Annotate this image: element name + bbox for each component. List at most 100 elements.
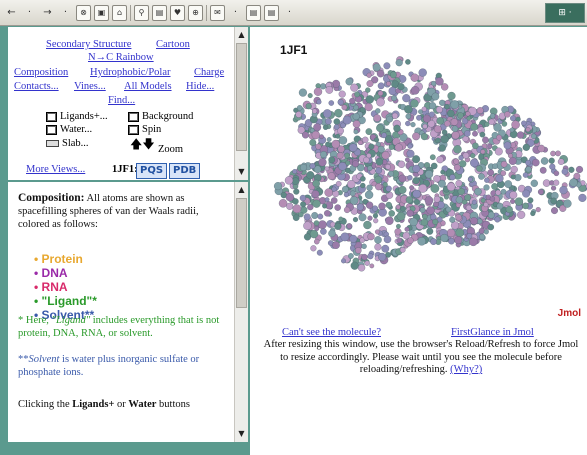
media-icon[interactable]: ♥ [170,4,185,21]
cartoon-link[interactable]: Cartoon [156,39,190,50]
ligands-toggle[interactable]: Ligands+... [46,111,108,122]
atom-sphere [343,192,349,198]
history-icon[interactable]: ⊕ [188,4,203,21]
atom-sphere [365,87,371,93]
favorites-icon[interactable]: ▤ [152,4,167,21]
mail-icon[interactable]: ✉ [210,4,225,21]
back-icon[interactable]: ← [4,5,19,21]
atom-sphere [480,197,486,203]
atom-sphere [335,133,341,139]
home-icon[interactable]: ⌂ [112,4,127,21]
atom-sphere [509,191,518,199]
atom-sphere [487,223,495,231]
browser-toolbar: ← · → · ⊗ ▣ ⌂ ⚲ ▤ ♥ ⊕ ✉ · ▤ ▤ · ⊞ · [0,0,587,26]
slab-toggle[interactable]: Slab... [46,138,89,149]
vines-link[interactable]: Vines... [74,81,106,92]
atom-sphere [435,106,443,114]
atom-sphere [472,130,478,137]
scroll-thumb[interactable] [236,198,247,308]
atom-sphere [338,216,344,222]
atom-sphere [407,143,413,149]
molecule-rendering[interactable] [250,27,587,327]
search-icon[interactable]: ⚲ [134,4,149,21]
find-link[interactable]: Find... [108,95,135,106]
pdb-button[interactable]: PDB [169,163,201,179]
refresh-icon[interactable]: ▣ [94,4,109,21]
scroll-down-icon[interactable]: ▼ [236,166,247,178]
atom-sphere [448,237,455,245]
spin-toggle[interactable]: Spin [128,124,161,135]
scroll-up-icon[interactable]: ▲ [236,29,247,41]
scroll-down-icon[interactable]: ▼ [236,428,247,440]
atom-sphere [501,121,508,127]
secondary-structure-link[interactable]: Secondary Structure [46,39,131,50]
forward-dropdown-icon[interactable]: · [58,5,73,21]
atom-sphere [412,177,420,185]
atom-sphere [455,196,463,204]
atom-sphere [426,206,435,215]
why-link[interactable]: (Why?) [450,364,482,375]
back-dropdown-icon[interactable]: · [22,5,37,21]
firstglance-link[interactable]: FirstGlance in Jmol [451,327,534,338]
atom-sphere [360,176,366,182]
hide-link[interactable]: Hide... [186,81,214,92]
cant-see-molecule-link[interactable]: Can't see the molecule? [282,327,381,338]
atom-sphere [453,164,461,171]
atom-sphere [578,193,587,202]
scroll-thumb[interactable] [236,43,247,151]
atom-sphere [441,129,448,136]
atom-sphere [559,185,568,195]
jmol-logo[interactable]: Jmol [558,308,581,319]
atom-sphere [555,150,561,157]
atom-sphere [474,187,482,196]
atom-sphere [303,233,312,241]
mail-dropdown-icon[interactable]: · [228,5,243,21]
zoom-arrows-icon[interactable]: 🡅🡇 [130,135,155,156]
atom-sphere [500,160,508,168]
toolbar-separator [206,4,207,21]
edit-icon[interactable]: ▤ [264,4,279,21]
background-toggle[interactable]: Background [128,111,193,122]
stop-icon[interactable]: ⊗ [76,4,91,21]
checkbox-icon [46,124,57,135]
charge-link[interactable]: Charge [194,67,224,78]
atom-sphere [410,99,419,108]
atom-sphere [338,136,348,145]
zoom-label: Zoom [158,144,184,155]
forward-icon[interactable]: → [40,5,55,21]
atom-sphere [435,137,441,144]
solvent-note-prefix: ** [18,354,29,365]
atom-sphere [455,202,461,208]
atom-sphere [348,143,358,152]
pqs-button[interactable]: PQS [136,163,168,179]
atom-sphere [306,171,315,180]
composition-link[interactable]: Composition [14,67,68,78]
composition-pane: Composition: All atoms are shown as spac… [8,182,248,442]
atom-sphere [386,81,391,87]
atom-sphere [407,175,413,181]
atom-sphere [459,160,467,168]
atom-sphere [446,228,456,238]
scroll-up-icon[interactable]: ▲ [236,184,247,196]
composition-scrollbar[interactable]: ▲ ▼ [234,182,248,442]
edit-dropdown-icon[interactable]: · [282,5,297,21]
atom-sphere [362,136,369,143]
composition-heading: Composition: [18,192,85,204]
print-icon[interactable]: ▤ [246,4,261,21]
atom-sphere [300,201,307,208]
more-views-link[interactable]: More Views... [26,164,85,175]
water-toggle[interactable]: Water... [46,124,92,135]
atom-sphere [341,104,348,111]
atom-sphere [391,95,398,102]
contacts-link[interactable]: Contacts... [14,81,59,92]
instructions-text: After resizing this window, use the brow… [263,339,579,375]
atom-sphere [349,234,358,243]
hydrophobic-polar-link[interactable]: Hydrophobic/Polar [90,67,171,78]
checkbox-icon [128,111,139,122]
all-models-link[interactable]: All Models [124,81,172,92]
atom-sphere [365,128,373,135]
controls-scrollbar[interactable]: ▲ ▼ [234,27,248,180]
atom-sphere [478,173,485,180]
n-c-rainbow-link[interactable]: N→C Rainbow [88,52,154,63]
atom-sphere [340,232,350,242]
